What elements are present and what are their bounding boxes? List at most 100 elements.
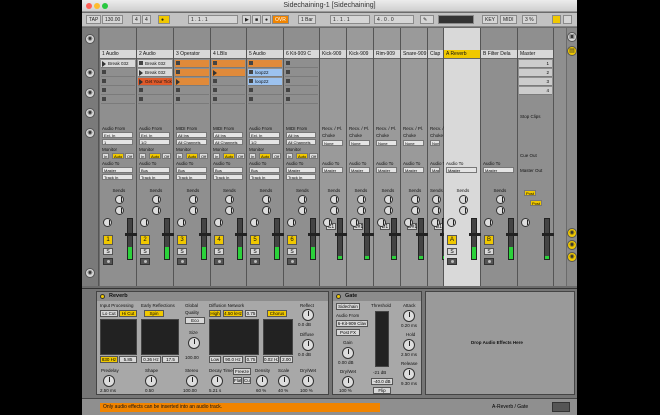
flat-button[interactable]: Flat bbox=[233, 377, 242, 384]
pan-knob[interactable] bbox=[287, 218, 296, 227]
monitor-in[interactable]: In bbox=[249, 153, 257, 159]
tempo-field[interactable]: 130.00 bbox=[102, 15, 124, 24]
clip-stop-icon[interactable] bbox=[176, 97, 180, 101]
output-channel-select[interactable]: Track In bbox=[102, 174, 133, 180]
session-view-icon[interactable]: ◉ bbox=[85, 34, 95, 44]
shape-knob[interactable] bbox=[145, 375, 157, 387]
decay-knob[interactable] bbox=[211, 375, 223, 387]
lo-cut-button[interactable]: Lo Cut bbox=[100, 310, 118, 317]
track-title[interactable]: Kick-909 bbox=[320, 50, 346, 59]
clip-slot[interactable] bbox=[285, 60, 318, 68]
clip-stop-icon[interactable] bbox=[139, 61, 143, 65]
clip-stop-icon[interactable] bbox=[176, 61, 180, 65]
monitor-off[interactable]: Off bbox=[309, 153, 319, 159]
send-b-knob[interactable] bbox=[458, 206, 468, 215]
session-toggle-icon[interactable]: ▤ bbox=[567, 46, 577, 56]
stereo-knob[interactable] bbox=[186, 375, 198, 387]
track-activator[interactable]: 3 bbox=[177, 235, 187, 245]
quality-select[interactable]: Eco bbox=[185, 317, 205, 324]
drop-zone[interactable]: Drop Audio Effects Here bbox=[425, 291, 575, 395]
hold-knob[interactable] bbox=[403, 339, 415, 351]
zoom-window-icon[interactable] bbox=[102, 3, 108, 9]
clip-stop-icon[interactable] bbox=[176, 70, 180, 74]
gate-power-icon[interactable] bbox=[336, 294, 341, 299]
volume-fader[interactable] bbox=[308, 218, 320, 260]
power-icon[interactable] bbox=[100, 294, 105, 299]
send-b-knob[interactable] bbox=[383, 206, 393, 215]
send-b-knob[interactable] bbox=[188, 206, 198, 215]
key-map-button[interactable]: KEY bbox=[482, 15, 499, 24]
solo-button[interactable]: S bbox=[177, 248, 187, 255]
output-select[interactable]: Master bbox=[430, 167, 440, 173]
clip-slot[interactable] bbox=[175, 60, 209, 68]
threshold-field[interactable]: -40.0 dB bbox=[371, 378, 393, 385]
clip-slot[interactable] bbox=[138, 96, 172, 104]
clip-slot[interactable] bbox=[175, 78, 209, 86]
scene-launch[interactable]: 3 bbox=[519, 78, 552, 86]
monitor-in[interactable]: In bbox=[286, 153, 294, 159]
clip-stop-icon[interactable] bbox=[102, 88, 106, 92]
clip-play-icon[interactable] bbox=[176, 79, 180, 85]
clip-stop-icon[interactable] bbox=[102, 70, 106, 74]
solo-button[interactable]: S bbox=[287, 248, 297, 255]
volume-fader[interactable] bbox=[272, 218, 284, 260]
arm-button[interactable] bbox=[103, 258, 113, 265]
solo-button[interactable]: S bbox=[447, 248, 457, 255]
size-knob[interactable] bbox=[188, 337, 200, 349]
output-select[interactable]: Master bbox=[322, 167, 343, 173]
clip-stop-icon[interactable] bbox=[249, 61, 253, 65]
clip-play-icon[interactable] bbox=[139, 70, 143, 76]
track-title[interactable]: Rim-909 bbox=[374, 50, 400, 59]
clip-slot[interactable] bbox=[285, 96, 318, 104]
monitor-auto[interactable]: Auto bbox=[149, 153, 162, 159]
freeze-button[interactable]: Freeze bbox=[233, 368, 251, 375]
clip-slot[interactable]: Get Your Tick bbox=[138, 78, 172, 86]
input-channel-select[interactable]: All Channels bbox=[213, 139, 243, 145]
threshold-meter[interactable] bbox=[375, 311, 389, 367]
play-icon[interactable]: ▶ bbox=[242, 15, 251, 24]
clip-slot[interactable] bbox=[101, 96, 135, 104]
solo-button[interactable]: S bbox=[103, 248, 113, 255]
spin-amount-field[interactable]: 17.5 bbox=[162, 356, 179, 363]
arm-button[interactable] bbox=[214, 258, 224, 265]
stop-clips-label[interactable]: Stop Clips bbox=[520, 114, 541, 119]
volume-fader[interactable] bbox=[389, 218, 401, 260]
pan-knob[interactable] bbox=[431, 218, 440, 227]
sidechain-source-select[interactable]: 6-Kit-909 Clav bbox=[336, 320, 368, 327]
choke-select[interactable]: None bbox=[322, 140, 343, 146]
monitor-auto[interactable]: Auto bbox=[259, 153, 272, 159]
volume-fader[interactable] bbox=[162, 218, 174, 260]
clip-slot[interactable] bbox=[248, 87, 282, 95]
stop-icon[interactable]: ■ bbox=[252, 15, 261, 24]
hi-cut-button[interactable]: Hi Cut bbox=[119, 310, 137, 317]
chorus-rate-field[interactable]: 0.02 Hz bbox=[263, 356, 279, 363]
scene-launch[interactable]: 4 bbox=[519, 87, 552, 95]
send-b-knob[interactable] bbox=[410, 206, 420, 215]
browser-icon[interactable]: ◉ bbox=[85, 68, 95, 78]
plugins-icon[interactable]: ◉ bbox=[85, 108, 95, 118]
clip-slot[interactable] bbox=[175, 96, 209, 104]
predelay-knob[interactable] bbox=[103, 375, 115, 387]
track-title[interactable]: 4 LBIs bbox=[211, 50, 246, 59]
close-window-icon[interactable] bbox=[86, 3, 92, 9]
io-toggle-icon[interactable]: ◉ bbox=[567, 228, 577, 238]
sidechain-toggle[interactable]: Sidechain bbox=[336, 303, 360, 310]
input-type-select[interactable]: Ext. In bbox=[102, 132, 133, 138]
monitor-off[interactable]: Off bbox=[272, 153, 282, 159]
clip-slot[interactable] bbox=[212, 87, 245, 95]
arm-button[interactable] bbox=[447, 258, 457, 265]
send-a-knob[interactable] bbox=[298, 195, 307, 204]
minimize-window-icon[interactable] bbox=[94, 3, 100, 9]
gate-drywet-knob[interactable] bbox=[342, 376, 354, 388]
monitor-off[interactable]: Off bbox=[125, 153, 135, 159]
track-title[interactable]: 3 Operator bbox=[174, 50, 210, 59]
sends-toggle-icon[interactable]: ◉ bbox=[567, 240, 577, 250]
send-a-knob[interactable] bbox=[495, 195, 505, 204]
clip-slot[interactable] bbox=[212, 78, 245, 86]
pan-knob[interactable] bbox=[140, 218, 149, 227]
input-type-select[interactable]: Ext. In bbox=[249, 132, 280, 138]
midi-indicator-icon[interactable] bbox=[552, 402, 570, 412]
monitor-off[interactable]: Off bbox=[236, 153, 246, 159]
send-b-knob[interactable] bbox=[356, 206, 366, 215]
clip-slot[interactable] bbox=[285, 78, 318, 86]
